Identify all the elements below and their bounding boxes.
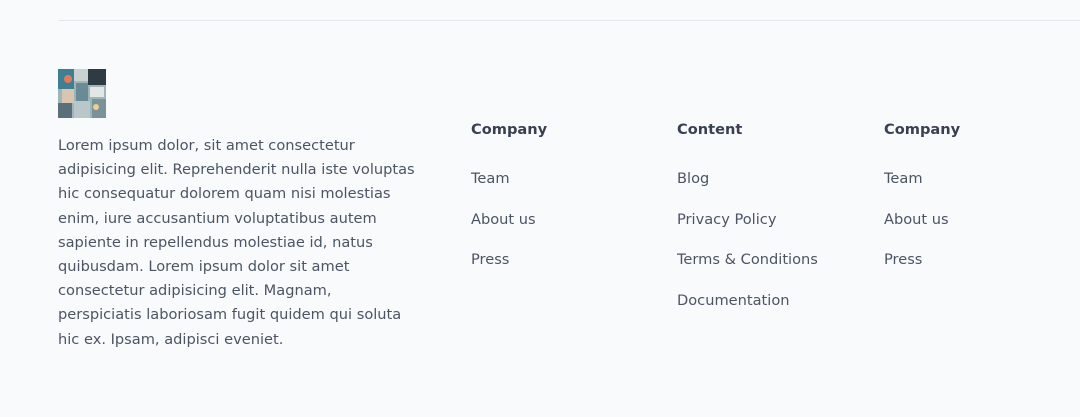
footer-link-about-us[interactable]: About us (471, 211, 536, 228)
list-item: Team (471, 168, 536, 209)
list-item: About us (471, 209, 536, 250)
logo-image[interactable] (58, 69, 106, 118)
list-item: About us (884, 209, 949, 250)
footer-link-blog[interactable]: Blog (677, 170, 709, 187)
list-item: Terms & Conditions (677, 249, 818, 290)
list-item: Blog (677, 168, 818, 209)
footer-link-list: Team About us Press (884, 168, 949, 290)
footer-link-list: Team About us Press (471, 168, 536, 290)
footer-column-company-2: Company Team About us Press (884, 120, 961, 268)
footer-link-press[interactable]: Press (471, 251, 509, 268)
footer-column-title: Company (471, 121, 548, 138)
list-item: Press (471, 249, 536, 290)
footer-link-list: Blog Privacy Policy Terms & Conditions D… (677, 168, 818, 330)
footer-top-divider (58, 20, 1080, 21)
footer-link-team[interactable]: Team (884, 170, 923, 187)
footer-link-about-us[interactable]: About us (884, 211, 949, 228)
list-item: Press (884, 249, 949, 290)
footer-column-title: Company (884, 121, 961, 138)
footer-link-documentation[interactable]: Documentation (677, 292, 790, 309)
footer-link-privacy-policy[interactable]: Privacy Policy (677, 211, 776, 228)
footer-link-terms-conditions[interactable]: Terms & Conditions (677, 251, 818, 268)
list-item: Privacy Policy (677, 209, 818, 250)
footer-column-company: Company Team About us Press (471, 120, 548, 268)
list-item: Documentation (677, 290, 818, 331)
footer-column-content: Content Blog Privacy Policy Terms & Cond… (677, 120, 818, 309)
footer-column-title: Content (677, 121, 743, 138)
footer-link-press[interactable]: Press (884, 251, 922, 268)
footer-link-team[interactable]: Team (471, 170, 510, 187)
footer-about-text: Lorem ipsum dolor, sit amet consectetur … (58, 137, 415, 348)
list-item: Team (884, 168, 949, 209)
